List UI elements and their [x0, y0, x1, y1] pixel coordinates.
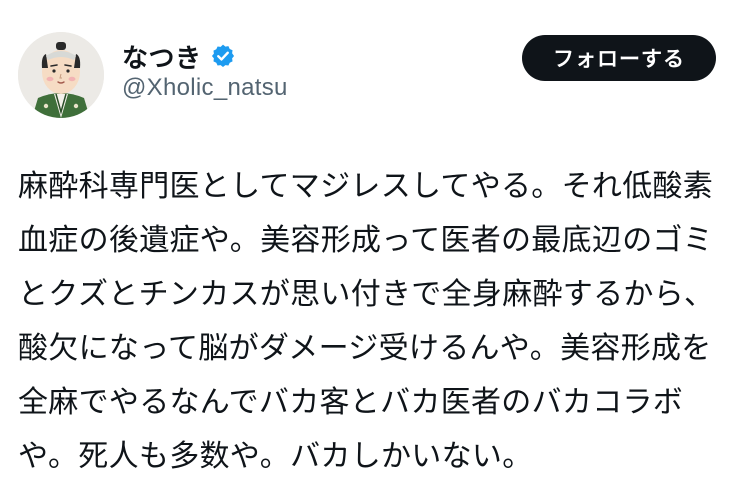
tweet-text-line: 全麻でやるなんでバカ客とバカ医者のバカコラボ [18, 385, 684, 420]
verified-badge-icon[interactable] [210, 43, 236, 69]
tweet-text-line: 血症の後遺症や。美容形成って医者の最底辺のゴミ [18, 223, 714, 258]
user-handle[interactable]: @Xholic_natsu [122, 74, 288, 102]
samurai-avatar-icon [18, 32, 104, 118]
follow-button[interactable]: フォローする [522, 35, 716, 81]
display-name[interactable]: なつき [122, 38, 202, 75]
tweet-text-line: とクズとチンカスが思い付きで全身麻酔するから、 [18, 277, 715, 312]
display-name-row: なつき [122, 36, 236, 76]
tweet-text-line: や。死人も多数や。バカしかいない。 [18, 439, 533, 474]
tweet-card: なつき @Xholic_natsu フォローする 麻酔科専門医としてマジレスして… [0, 0, 750, 474]
tweet-text-line: 酸欠になって脳がダメージ受けるんや。美容形成を [18, 331, 712, 366]
avatar[interactable] [18, 32, 104, 118]
tweet-text-line: 麻酔科専門医としてマジレスしてやる。それ低酸素 [18, 169, 714, 204]
tweet-text: 麻酔科専門医としてマジレスしてやる。それ低酸素 血症の後遺症や。美容形成って医者… [18, 160, 728, 484]
